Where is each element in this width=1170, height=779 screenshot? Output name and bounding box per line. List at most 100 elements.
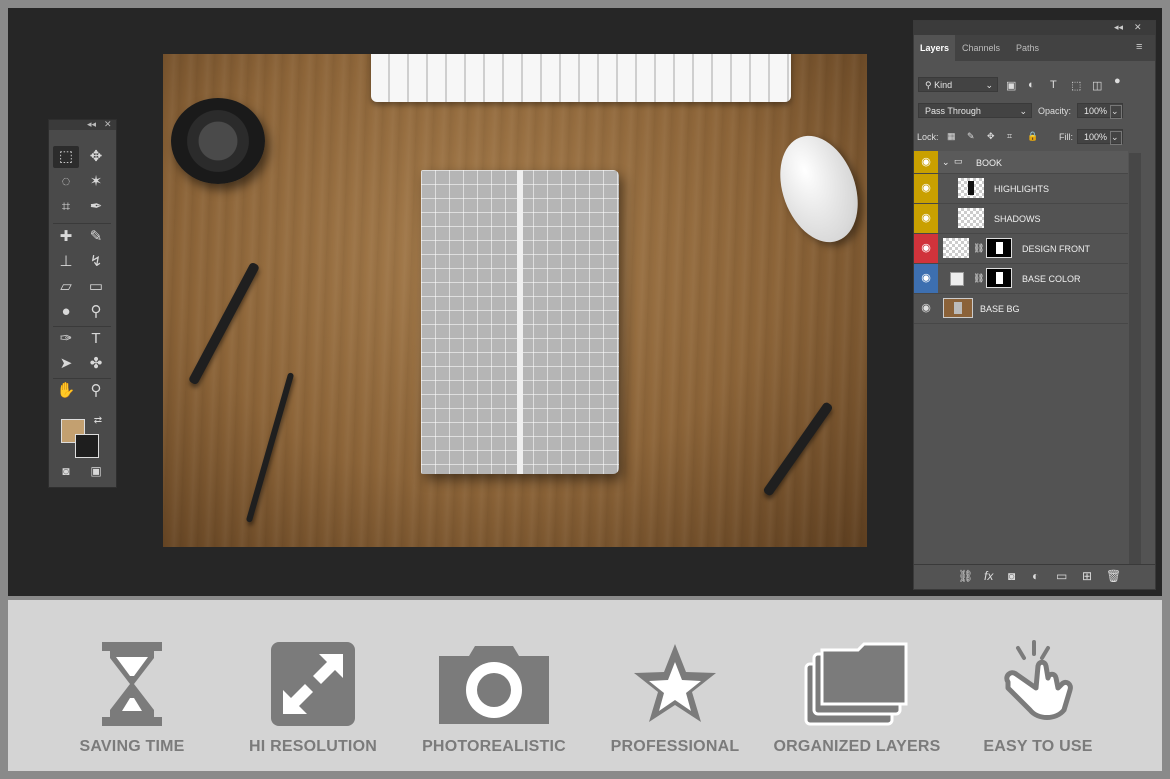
book-mockup xyxy=(421,170,619,474)
eraser-tool-icon[interactable]: ▱ xyxy=(53,276,79,298)
clone-stamp-tool-icon[interactable]: ⊥ xyxy=(53,251,79,273)
adjustment-filter-icon[interactable]: ◐ xyxy=(1028,79,1035,91)
fx-icon[interactable]: fx xyxy=(984,569,993,583)
blend-mode-select[interactable]: Pass Through ⌄ xyxy=(918,103,1032,118)
path-selection-tool-icon[interactable]: ➤ xyxy=(53,353,79,375)
lock-artboard-icon[interactable]: ⌗ xyxy=(1007,131,1012,142)
visibility-eye-icon[interactable]: ◉ xyxy=(914,264,938,293)
gradient-tool-icon[interactable]: ▭ xyxy=(83,276,109,298)
link-layers-icon[interactable]: ⛓ xyxy=(958,569,973,583)
new-group-icon[interactable]: ▭ xyxy=(1056,569,1067,583)
shape-filter-icon[interactable]: ⬚ xyxy=(1071,79,1081,92)
adjustment-layer-icon[interactable]: ◐ xyxy=(1032,569,1039,583)
zoom-tool-icon[interactable]: ⚲ xyxy=(83,380,109,402)
feature-label: ORGANIZED LAYERS xyxy=(773,738,941,755)
feature-hi-resolution: HI RESOLUTION xyxy=(218,640,408,756)
smart-object-filter-icon[interactable]: ◫ xyxy=(1092,79,1102,92)
layer-mask-thumbnail[interactable] xyxy=(986,238,1012,258)
add-mask-icon[interactable]: ◙ xyxy=(1008,569,1015,583)
hand-tool-icon[interactable]: ✋ xyxy=(53,380,79,402)
new-layer-icon[interactable]: ⊞ xyxy=(1082,569,1092,583)
layers-panel: ◂◂ ✕ Layers Channels Paths ≡ ⚲ Kind ⌄ ▣ … xyxy=(913,20,1156,590)
blur-tool-icon[interactable]: ● xyxy=(53,301,79,323)
visibility-eye-icon[interactable]: ◉ xyxy=(914,234,938,263)
fill-label: Fill: xyxy=(1059,132,1073,142)
visibility-eye-icon[interactable]: ◉ xyxy=(914,294,938,323)
brush-tool-icon[interactable]: ✎ xyxy=(83,226,109,248)
move-tool-icon[interactable]: ✥ xyxy=(83,146,109,168)
stacked-folders-icon xyxy=(762,640,952,728)
swap-colors-icon[interactable]: ⇄ xyxy=(85,410,111,432)
visibility-eye-icon[interactable]: ◉ xyxy=(914,151,938,173)
filter-kind-select[interactable]: ⚲ Kind ⌄ xyxy=(918,77,998,92)
delete-layer-icon[interactable]: 🗑 xyxy=(1106,569,1121,583)
lasso-tool-icon[interactable]: ◌ xyxy=(53,171,79,193)
lock-transparency-icon[interactable]: ▦ xyxy=(947,131,956,142)
chevron-down-icon: ⌄ xyxy=(1019,106,1027,116)
type-filter-icon[interactable]: T xyxy=(1050,79,1057,91)
feature-label: SAVING TIME xyxy=(79,738,185,755)
layers-scrollbar[interactable] xyxy=(1129,153,1141,573)
lock-all-icon[interactable]: 🔒 xyxy=(1027,131,1038,142)
mouse-image xyxy=(766,125,867,253)
chevron-down-icon[interactable]: ⌄ xyxy=(1110,131,1122,145)
layer-thumbnail xyxy=(943,298,973,318)
layer-name: BOOK xyxy=(976,158,1003,168)
crop-tool-icon[interactable]: ⌗ xyxy=(53,196,79,218)
tap-hand-icon xyxy=(943,640,1133,728)
layer-thumbnail xyxy=(958,208,984,228)
chevron-down-icon: ⌄ xyxy=(985,80,993,90)
panel-menu-icon[interactable]: ≡ xyxy=(1136,41,1142,53)
close-icon[interactable]: ✕ xyxy=(104,119,112,130)
link-icon[interactable]: ⛓ xyxy=(973,243,984,254)
layer-row-design-front[interactable]: ◉ ⛓ DESIGN FRONT xyxy=(914,234,1128,264)
link-icon[interactable]: ⛓ xyxy=(973,273,984,284)
layer-row-highlights[interactable]: ◉ HIGHLIGHTS xyxy=(914,174,1128,204)
visibility-eye-icon[interactable]: ◉ xyxy=(914,174,938,203)
lock-position-icon[interactable]: ✥ xyxy=(987,131,995,142)
history-brush-tool-icon[interactable]: ↯ xyxy=(83,251,109,273)
magic-wand-tool-icon[interactable]: ✶ xyxy=(83,171,109,193)
visibility-eye-icon[interactable]: ◉ xyxy=(914,204,938,233)
tools-panel-header[interactable]: ◂◂ ✕ xyxy=(49,119,116,130)
screen-mode-icon[interactable]: ▣ xyxy=(83,460,109,482)
collapse-icon[interactable]: ◂◂ xyxy=(87,119,96,130)
dodge-tool-icon[interactable]: ⚲ xyxy=(83,301,109,323)
layer-row-base-bg[interactable]: ◉ BASE BG xyxy=(914,294,1128,324)
layer-row-shadows[interactable]: ◉ SHADOWS xyxy=(914,204,1128,234)
keyboard-image xyxy=(371,54,791,102)
filter-toggle-icon[interactable]: ● xyxy=(1114,75,1121,87)
book-spine xyxy=(517,170,523,474)
layer-row-base-color[interactable]: ◉ ⛓ BASE COLOR xyxy=(914,264,1128,294)
type-tool-icon[interactable]: T xyxy=(83,328,109,350)
lock-pixels-icon[interactable]: ✎ xyxy=(967,131,975,142)
layers-panel-footer: ⛓ fx ◙ ◐ ▭ ⊞ 🗑 xyxy=(914,564,1155,589)
lock-label: Lock: xyxy=(917,132,939,142)
layer-mask-thumbnail[interactable] xyxy=(986,268,1012,288)
feature-saving-time: SAVING TIME xyxy=(37,640,227,756)
marquee-tool-icon[interactable]: ⬚ xyxy=(53,146,79,168)
collapse-icon[interactable]: ◂◂ xyxy=(1114,22,1123,33)
tab-layers[interactable]: Layers xyxy=(914,35,956,61)
pixel-filter-icon[interactable]: ▣ xyxy=(1006,79,1016,92)
background-color-swatch[interactable] xyxy=(75,434,99,458)
chevron-down-icon[interactable]: ⌄ xyxy=(1110,105,1122,119)
layer-row-book[interactable]: ◉ ⌄ ▭ BOOK xyxy=(914,151,1128,174)
chevron-down-icon[interactable]: ⌄ xyxy=(942,157,950,168)
layers-panel-header[interactable]: ◂◂ ✕ xyxy=(914,21,1155,35)
layer-name: DESIGN FRONT xyxy=(1022,244,1091,254)
fill-color-thumbnail[interactable] xyxy=(950,272,964,286)
document-canvas[interactable] xyxy=(163,54,867,547)
mockup-frame: ◂◂ ✕ ⬚ ✥ ◌ ✶ ⌗ ✒ ✚ ✎ ⊥ ↯ ▱ ▭ ● ⚲ ✑ T ➤ ✤… xyxy=(0,0,1170,779)
tab-channels[interactable]: Channels xyxy=(956,35,1006,61)
healing-brush-tool-icon[interactable]: ✚ xyxy=(53,226,79,248)
layer-name: SHADOWS xyxy=(994,214,1041,224)
pen-tool-icon[interactable]: ✑ xyxy=(53,328,79,350)
pen-image xyxy=(187,261,261,386)
eyedropper-tool-icon[interactable]: ✒ xyxy=(83,196,109,218)
quick-mask-icon[interactable]: ◙ xyxy=(53,460,79,482)
tab-paths[interactable]: Paths xyxy=(1010,35,1045,61)
close-icon[interactable]: ✕ xyxy=(1134,22,1142,33)
pencil-image xyxy=(245,372,295,523)
shape-tool-icon[interactable]: ✤ xyxy=(83,353,109,375)
